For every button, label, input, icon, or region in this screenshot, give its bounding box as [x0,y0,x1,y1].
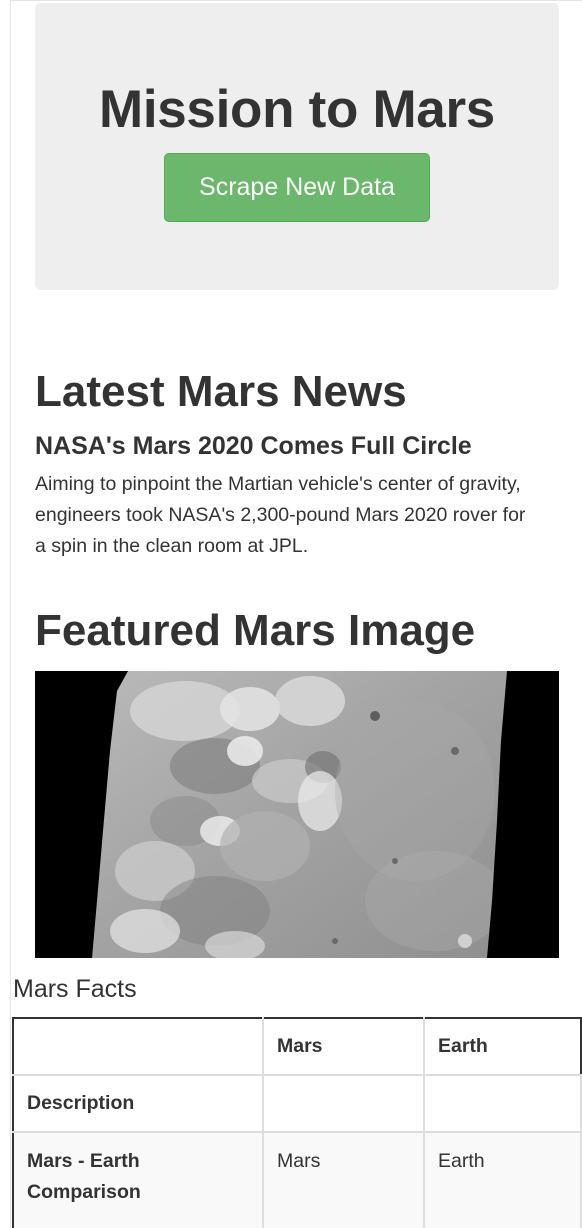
top-border-line [10,0,582,1]
table-cell: Mars [262,1131,425,1228]
mars-surface-graphic [35,671,559,958]
table-row: Description [12,1074,582,1133]
latest-news-heading: Latest Mars News [35,367,407,416]
page-title: Mission to Mars [98,80,495,139]
jumbotron: Mission to Mars Scrape New Data [35,3,559,290]
featured-image-heading: Featured Mars Image [35,606,476,655]
table-cell: Earth [423,1131,582,1228]
table-row-label: Mars - Earth Comparison [12,1131,264,1228]
table-header-cell [12,1017,264,1076]
scrape-new-data-button[interactable]: Scrape New Data [164,153,430,222]
table-row: Mars - Earth Comparison Mars Earth [12,1131,582,1228]
news-paragraph: Aiming to pinpoint the Martian vehicle's… [35,473,526,557]
table-row-label: Description [12,1074,264,1133]
news-title: NASA's Mars 2020 Comes Full Circle [35,432,472,460]
table-cell [423,1074,582,1133]
page: Mission to Mars Scrape New Data Latest M… [0,0,582,1228]
table-header-row: Mars Earth [12,1017,582,1076]
mars-facts-caption: Mars Facts [13,975,137,1003]
left-border-line [10,0,11,1228]
table-header-cell: Mars [262,1017,425,1076]
table-header-cell: Earth [423,1017,582,1076]
mars-facts-table: Mars Earth Description Mars - Earth Comp… [12,1017,582,1228]
featured-mars-image [35,671,559,958]
table-cell [262,1074,425,1133]
